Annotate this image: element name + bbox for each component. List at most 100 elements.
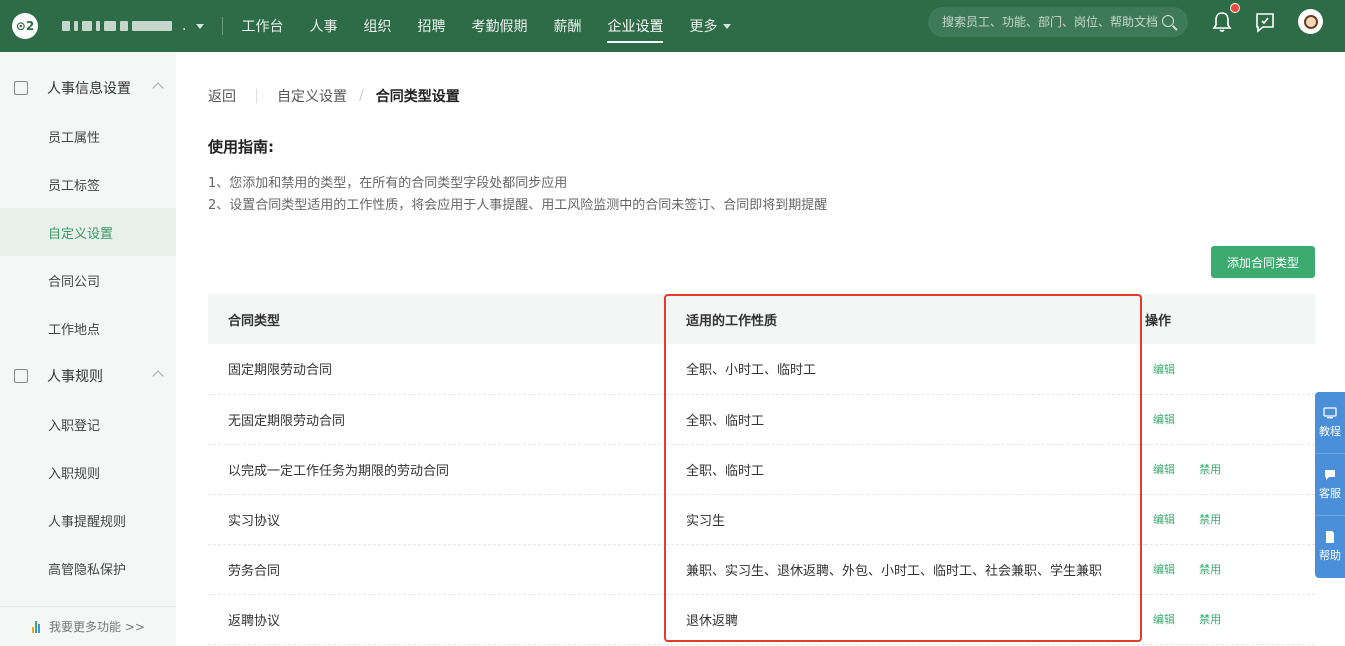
table-row: 固定期限劳动合同 全职、小时工、临时工 编辑: [208, 344, 1315, 395]
breadcrumb-parent[interactable]: 自定义设置: [277, 86, 347, 106]
guide-line-1: 1、您添加和禁用的类型，在所有的合同类型字段处都同步应用: [208, 176, 568, 191]
cell-actions: 编辑: [1145, 394, 1315, 445]
nav-hr[interactable]: 人事: [309, 0, 337, 52]
sidebar-section-hr-info[interactable]: 人事信息设置: [0, 64, 176, 112]
search-icon[interactable]: [1162, 15, 1174, 27]
sidebar-item-contract-company[interactable]: 合同公司: [0, 256, 176, 304]
sidebar-item-custom-settings[interactable]: 自定义设置: [0, 208, 176, 256]
table-row: 无固定期限劳动合同 全职、临时工 编辑: [208, 394, 1315, 445]
cell-work-nature: 全职、临时工: [666, 444, 1145, 495]
nav-enterprise-settings[interactable]: 企业设置: [607, 0, 664, 52]
rule-icon: [14, 369, 28, 383]
message-icon[interactable]: [1254, 11, 1276, 33]
help-button[interactable]: 帮助: [1315, 516, 1345, 578]
floating-help-panel: 教程 客服 帮助: [1315, 392, 1345, 578]
divider: [256, 89, 257, 103]
breadcrumb-current: 合同类型设置: [375, 89, 460, 105]
cell-contract-type: 实习协议: [208, 494, 666, 545]
nav-salary[interactable]: 薪酬: [553, 0, 581, 52]
customer-service-button[interactable]: 客服: [1315, 454, 1345, 516]
cell-work-nature: 全职、临时工: [666, 394, 1145, 445]
settings-sidebar: 人事信息设置 员工属性 员工标签 自定义设置 合同公司 工作地点 人事规则 入职…: [0, 52, 176, 646]
nav-workbench[interactable]: 工作台: [241, 0, 283, 52]
breadcrumb: 返回 自定义设置 / 合同类型设置: [208, 86, 460, 106]
id-card-icon: [14, 81, 28, 95]
disable-button[interactable]: 禁用: [1199, 613, 1221, 626]
guide-line-2: 2、设置合同类型适用的工作性质，将会应用于人事提醒、用工风险监测中的合同未签订、…: [208, 198, 828, 213]
company-switcher[interactable]: .: [62, 16, 205, 36]
disable-button[interactable]: 禁用: [1199, 463, 1221, 476]
sidebar-item-employee-attributes[interactable]: 员工属性: [0, 112, 176, 160]
chevron-up-icon: [152, 82, 164, 94]
help-label: 帮助: [1319, 549, 1341, 562]
table-header-row: 合同类型 适用的工作性质 操作: [208, 294, 1315, 344]
breadcrumb-separator: /: [359, 88, 364, 104]
disable-button[interactable]: 禁用: [1199, 513, 1221, 526]
edit-button[interactable]: 编辑: [1153, 413, 1175, 426]
chat-icon: [1325, 469, 1335, 480]
sidebar-item-employee-tags[interactable]: 员工标签: [0, 160, 176, 208]
tutorial-label: 教程: [1319, 424, 1341, 438]
cell-actions: 编辑 禁用: [1145, 444, 1315, 495]
company-name-suffix: .: [182, 18, 187, 34]
guide-title: 使用指南:: [208, 138, 274, 156]
table-row: 以完成一定工作任务为期限的劳动合同 全职、临时工 编辑 禁用: [208, 444, 1315, 495]
sidebar-section-label: 人事信息设置: [47, 81, 131, 97]
sidebar-item-onboarding-registration[interactable]: 入职登记: [0, 400, 176, 448]
edit-button[interactable]: 编辑: [1153, 563, 1175, 576]
notification-dot: [1230, 3, 1240, 13]
cell-work-nature: 退休返聘: [666, 594, 1145, 645]
cell-work-nature: 兼职、实习生、退休返聘、外包、小时工、临时工、社会兼职、学生兼职: [666, 544, 1145, 595]
contract-type-table: 合同类型 适用的工作性质 操作 固定期限劳动合同 全职、小时工、临时工 编辑 无…: [208, 294, 1315, 645]
column-header-work-nature: 适用的工作性质: [666, 294, 1145, 344]
cell-actions: 编辑 禁用: [1145, 594, 1315, 645]
table-row: 劳务合同 兼职、实习生、退休返聘、外包、小时工、临时工、社会兼职、学生兼职 编辑…: [208, 544, 1315, 595]
nav-attendance[interactable]: 考勤假期: [471, 0, 527, 52]
edit-button[interactable]: 编辑: [1153, 463, 1175, 476]
sidebar-item-hr-reminder-rules[interactable]: 人事提醒规则: [0, 496, 176, 544]
top-navigation-bar: ⊙2 . 工作台 人事 组织 招聘 考勤假期 薪酬 企业设置 更多: [0, 0, 1345, 52]
edit-button[interactable]: 编辑: [1153, 613, 1175, 626]
main-nav: 工作台 人事 组织 招聘 考勤假期 薪酬 企业设置 更多: [241, 0, 757, 52]
cell-actions: 编辑 禁用: [1145, 494, 1315, 545]
more-features-link[interactable]: 我要更多功能 >>: [0, 606, 176, 646]
cell-work-nature: 全职、小时工、临时工: [666, 344, 1145, 395]
back-link[interactable]: 返回: [208, 86, 236, 106]
edit-button[interactable]: 编辑: [1153, 363, 1175, 376]
add-contract-type-button[interactable]: 添加合同类型: [1211, 246, 1315, 278]
sidebar-section-hr-rules[interactable]: 人事规则: [0, 352, 176, 400]
tutorial-button[interactable]: 教程: [1315, 392, 1345, 454]
divider: [222, 17, 224, 35]
nav-recruitment[interactable]: 招聘: [417, 0, 445, 52]
edit-button[interactable]: 编辑: [1153, 513, 1175, 526]
bell-icon[interactable]: [1212, 11, 1232, 33]
cell-contract-type: 返聘协议: [208, 594, 666, 645]
cell-contract-type: 无固定期限劳动合同: [208, 394, 666, 445]
table-row: 实习协议 实习生 编辑 禁用: [208, 494, 1315, 545]
cell-contract-type: 固定期限劳动合同: [208, 344, 666, 395]
chevron-down-icon: [723, 23, 732, 29]
cell-contract-type: 劳务合同: [208, 544, 666, 595]
nav-organization[interactable]: 组织: [363, 0, 391, 52]
cell-actions: 编辑 禁用: [1145, 544, 1315, 595]
more-features-label: 我要更多功能 >>: [49, 620, 145, 634]
sidebar-item-work-location[interactable]: 工作地点: [0, 304, 176, 352]
avatar-face-icon: [1303, 14, 1318, 29]
column-header-actions: 操作: [1145, 294, 1315, 344]
tutorial-icon: [1323, 406, 1337, 418]
sidebar-item-executive-privacy[interactable]: 高管隐私保护: [0, 544, 176, 592]
bar-chart-icon: [32, 620, 41, 633]
global-search[interactable]: [928, 7, 1188, 37]
app-logo[interactable]: ⊙2: [12, 13, 38, 39]
sidebar-item-onboarding-rules[interactable]: 入职规则: [0, 448, 176, 496]
document-icon: [1326, 531, 1334, 543]
nav-more[interactable]: 更多: [689, 0, 732, 52]
nav-more-label: 更多: [689, 19, 718, 35]
cell-actions: 编辑: [1145, 344, 1315, 395]
user-avatar[interactable]: [1298, 9, 1323, 34]
chevron-up-icon: [152, 370, 164, 382]
search-input[interactable]: [942, 15, 1157, 29]
cell-work-nature: 实习生: [666, 494, 1145, 545]
disable-button[interactable]: 禁用: [1199, 563, 1221, 576]
customer-service-label: 客服: [1319, 486, 1341, 500]
